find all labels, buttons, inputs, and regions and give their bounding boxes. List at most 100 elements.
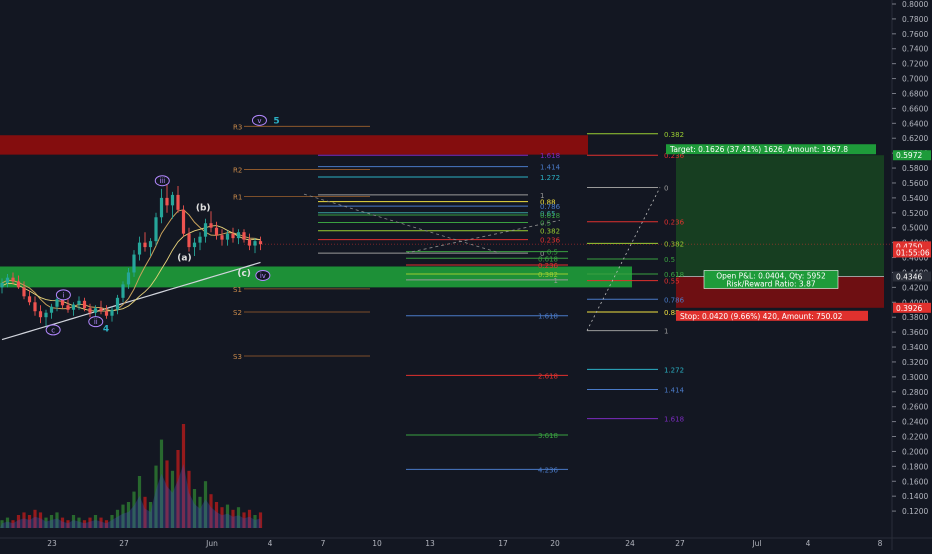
candle-body [66, 305, 70, 310]
candle-body [170, 194, 175, 206]
chart-container[interactable]: R3 R2 R1 S1 S2 S3 1.618 1.414 1.272 1 0.88 0.786 0.… [0, 0, 932, 550]
candle-body [110, 309, 114, 316]
candle-body [88, 308, 92, 313]
target-label: Target: 0.1626 (37.41%) 1626, Amount: 19… [669, 145, 848, 154]
candle-body [22, 287, 26, 297]
wave-label: 5 [273, 116, 279, 126]
time-tick-label: Jun [205, 539, 218, 548]
candle-body [27, 296, 32, 303]
price-tick-label: 0.2600 [902, 403, 928, 412]
candle-body [143, 242, 147, 248]
price-tick-label: 0.6400 [902, 119, 928, 128]
fib-a-label: 0.236 [540, 237, 561, 245]
fib-c-label: 0.5 [664, 256, 675, 264]
time-tick-label: 4 [806, 539, 811, 548]
price-tag: 01:55:06 [896, 248, 930, 257]
pivot-label: R3 [233, 123, 242, 131]
fib-a-label: 0.382 [540, 228, 560, 236]
price-tick-label: 0.1400 [902, 492, 928, 501]
time-tick-label: 27 [675, 539, 685, 548]
candle-body [181, 209, 186, 234]
price-tick-label: 0.5400 [902, 194, 928, 203]
wave-label: v [257, 117, 261, 125]
price-tick-label: 0.3800 [902, 313, 928, 322]
candle-body [38, 311, 43, 318]
candle-body [165, 197, 169, 206]
pivot-label: S2 [233, 309, 242, 317]
price-tick-label: 0.1600 [902, 477, 928, 486]
price-tick-label: 0.7400 [902, 45, 928, 54]
wave-label: ii [94, 318, 98, 326]
candle-body [44, 312, 48, 318]
time-tick-label: 7 [321, 539, 326, 548]
fib-c-label: 0.382 [664, 240, 684, 248]
price-tick-label: 0.4200 [902, 283, 928, 292]
time-tick-label: 17 [498, 539, 508, 548]
wave-label: c [51, 326, 55, 334]
price-tick-label: 0.5000 [902, 224, 928, 233]
price-tag: 0.4346 [896, 272, 922, 281]
fib-b-label: 0.236 [538, 262, 559, 270]
wave-label: 4 [103, 324, 109, 334]
candle-body [11, 277, 15, 282]
price-tick-label: 0.6800 [902, 89, 928, 98]
time-tick-label: 10 [372, 539, 382, 548]
candle-body [203, 223, 208, 237]
price-tag: 0.5972 [896, 151, 922, 160]
stop-label: Stop: 0.0420 (9.66%) 420, Amount: 750.02 [680, 312, 843, 321]
fib-c-label: 1.272 [664, 366, 684, 374]
candle-body [225, 233, 230, 240]
price-tick-label: 0.7600 [902, 30, 928, 39]
fib-c-label: 0.236 [664, 219, 685, 227]
price-tick-label: 0.6200 [902, 134, 928, 143]
candle-body [137, 242, 142, 255]
position-target-area [676, 155, 884, 277]
price-tag: 0.3926 [896, 304, 922, 313]
candle-body [33, 302, 37, 312]
candle-body [258, 241, 263, 245]
price-tick-label: 0.3400 [902, 343, 928, 352]
price-tick-label: 0.1200 [902, 507, 928, 516]
candle-body [148, 241, 153, 248]
candle-body [132, 254, 136, 273]
fib-c-label: 0.55 [664, 278, 680, 286]
price-tick-label: 0.1800 [902, 462, 928, 471]
fib-c-label: 1 [664, 328, 668, 336]
price-tick-label: 0.3000 [902, 373, 928, 382]
candle-body [104, 311, 109, 316]
time-tick-label: Jul [751, 539, 761, 548]
time-tick-label: 23 [47, 539, 57, 548]
candle-body [16, 281, 21, 288]
time-tick-label: 27 [119, 539, 129, 548]
candle-body [220, 235, 224, 240]
fib-c-label: 0 [664, 184, 668, 192]
candle-body [71, 304, 76, 310]
price-tick-label: 0.5600 [902, 179, 928, 188]
pivot-label: R1 [233, 193, 242, 201]
price-tick-label: 0.2000 [902, 447, 928, 456]
price-tick-label: 0.2800 [902, 388, 928, 397]
fib-a-label: 1.414 [540, 164, 561, 172]
candle-body [55, 299, 59, 307]
price-tick-label: 0.8000 [902, 0, 928, 9]
fib-a-label: 1.272 [540, 174, 560, 182]
fib-b-label: 2.618 [538, 372, 558, 380]
candle-body [231, 233, 235, 239]
pivot-label: S3 [233, 353, 242, 361]
wave-label: iii [159, 177, 165, 185]
candle-body [77, 300, 81, 305]
fib-a-label: 0.5 [540, 219, 551, 227]
price-tick-label: 0.2200 [902, 433, 928, 442]
candle-body [247, 239, 252, 246]
time-tick-label: 4 [268, 539, 273, 548]
pivot-label: R2 [233, 167, 242, 175]
wave-label: (c) [237, 269, 251, 279]
wave-label: i [62, 291, 64, 299]
price-chart[interactable]: R3R2R1S1S2S3 1.6181.4141.27210.880.7860.… [0, 0, 932, 550]
time-tick-label: 8 [878, 539, 883, 548]
zone-resistance [0, 135, 588, 155]
candle-body [159, 197, 164, 218]
price-tick-label: 0.3200 [902, 358, 928, 367]
price-tick-label: 0.7200 [902, 60, 928, 69]
wave-label: (a) [177, 254, 191, 264]
